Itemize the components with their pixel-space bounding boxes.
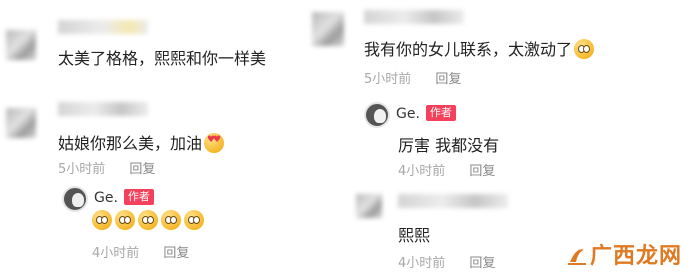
commenter-avatar-blurred[interactable] — [6, 30, 36, 60]
commenter-name-blurred — [58, 102, 148, 116]
comment-meta: 5小时前 回复 — [364, 68, 461, 87]
author-avatar[interactable] — [364, 102, 390, 128]
tear-eyes-emoji-icon — [184, 210, 204, 230]
comment-meta: 4小时前 回复 — [398, 252, 495, 271]
commenter-name-blurred — [398, 194, 508, 208]
author-name-row: Ge. 作者 — [396, 105, 456, 122]
author-tag-badge: 作者 — [425, 105, 456, 121]
reply-emoji-row — [92, 210, 207, 230]
tear-eyes-emoji-icon — [115, 210, 135, 230]
commenter-name-blurred — [364, 10, 464, 24]
comment-text: 我有你的女儿联系，太激动了 — [364, 36, 595, 60]
heart-eyes-emoji-icon — [204, 133, 225, 153]
reply-button[interactable]: 回复 — [129, 162, 155, 177]
reply-button[interactable]: 回复 — [469, 164, 495, 179]
comment-text: 熙熙 — [398, 226, 431, 245]
comment-time: 5小时前 — [364, 72, 412, 87]
comment-meta: 5小时前 回复 — [58, 158, 155, 177]
comment-text-content: 我有你的女儿联系，太激动了 — [364, 40, 573, 59]
comment-time: 4小时前 — [398, 256, 446, 271]
reply-time: 4小时前 — [398, 164, 446, 179]
author-username[interactable]: Ge. — [396, 106, 420, 122]
tear-eyes-emoji-icon — [574, 39, 595, 59]
commenter-name-blurred — [58, 20, 148, 34]
author-tag-badge: 作者 — [123, 189, 154, 205]
reply-text: 厉害 我都没有 — [398, 136, 500, 155]
reply-time: 4小时前 — [92, 246, 140, 261]
commenter-avatar-blurred[interactable] — [312, 12, 344, 46]
comment-text-content: 姑娘你那么美，加油 — [58, 134, 203, 153]
comment-time: 5小时前 — [58, 162, 106, 177]
reply-meta: 4小时前 回复 — [92, 242, 189, 261]
watermark-logo-icon — [568, 249, 586, 265]
author-name-row: Ge. 作者 — [94, 189, 154, 206]
reply-meta: 4小时前 回复 — [398, 160, 495, 179]
author-avatar[interactable] — [62, 186, 88, 212]
watermark: 广西龙网 — [566, 238, 682, 270]
reply-button[interactable]: 回复 — [163, 246, 189, 261]
comment-text: 太美了格格，熙熙和你一样美 — [58, 49, 267, 68]
commenter-avatar-blurred[interactable] — [6, 108, 36, 138]
comment-text: 姑娘你那么美，加油 — [58, 130, 225, 154]
tear-eyes-emoji-icon — [161, 210, 181, 230]
reply-button[interactable]: 回复 — [469, 256, 495, 271]
tear-eyes-emoji-icon — [92, 210, 112, 230]
reply-button[interactable]: 回复 — [435, 72, 461, 87]
commenter-avatar-blurred[interactable] — [356, 194, 382, 218]
watermark-text: 广西龙网 — [590, 244, 683, 269]
author-username[interactable]: Ge. — [94, 190, 118, 206]
tear-eyes-emoji-icon — [138, 210, 158, 230]
